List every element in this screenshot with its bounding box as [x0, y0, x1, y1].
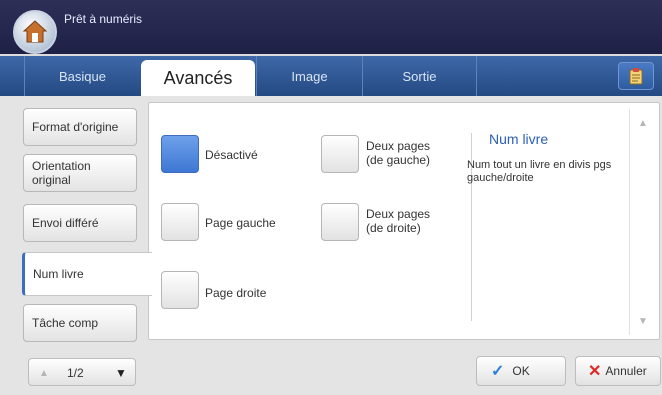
- option-desactive-label: Désactivé: [205, 148, 258, 162]
- option-page-gauche-label: Page gauche: [205, 216, 276, 230]
- ok-label: OK: [512, 364, 530, 378]
- tab-bar: Basique Avancés Image Sortie: [0, 56, 662, 96]
- scroll-up-arrow-icon[interactable]: ▲: [632, 111, 654, 135]
- page-indicator: 1/2: [67, 366, 84, 380]
- clipboard-icon: [629, 68, 643, 85]
- sidebar-item-tache-comp[interactable]: Tâche comp: [23, 304, 137, 342]
- options-panel: Désactivé Page gauche Page droite Deux p…: [148, 102, 660, 340]
- tab-avances[interactable]: Avancés: [141, 60, 255, 96]
- option-deux-pages-gauche-label: Deux pages (de gauche): [366, 139, 431, 167]
- home-icon: [22, 20, 48, 43]
- sidebar-item-envoi-differe[interactable]: Envoi différé: [23, 204, 137, 242]
- info-description: Num tout un livre en divis pgs gauche/dr…: [467, 159, 612, 184]
- option-desactive-checkbox[interactable]: [161, 135, 199, 173]
- tab-basique[interactable]: Basique: [24, 56, 140, 96]
- job-status-button[interactable]: [618, 62, 654, 90]
- option-deux-pages-droite-label: Deux pages (de droite): [366, 207, 431, 235]
- option-page-gauche-checkbox[interactable]: [161, 203, 199, 241]
- cancel-button[interactable]: ✕ Annuler: [575, 356, 661, 386]
- title-bar: Prêt à numéris: [0, 0, 662, 54]
- ok-button[interactable]: ✓ OK: [476, 356, 566, 386]
- page-down-arrow-icon[interactable]: ▼: [111, 365, 131, 381]
- cancel-label: Annuler: [605, 364, 647, 378]
- scroll-down-arrow-icon[interactable]: ▼: [632, 309, 654, 333]
- option-page-droite-checkbox[interactable]: [161, 271, 199, 309]
- footer-bar: ▲ 1/2 ▼ ✓ OK ✕ Annuler: [0, 346, 662, 395]
- sidebar-item-format-origine[interactable]: Format d'origine: [23, 108, 137, 146]
- check-icon: ✓: [491, 363, 505, 380]
- scrollbar[interactable]: ▲ ▼: [629, 109, 655, 335]
- info-title: Num livre: [489, 131, 549, 147]
- window-title: Prêt à numéris: [64, 12, 143, 26]
- sidebar-item-num-livre[interactable]: Num livre: [22, 252, 152, 296]
- tab-sortie[interactable]: Sortie: [362, 56, 476, 96]
- sidebar-item-orientation-original[interactable]: Orientation original: [23, 154, 137, 192]
- tab-image[interactable]: Image: [256, 56, 362, 96]
- option-deux-pages-droite-checkbox[interactable]: [321, 203, 359, 241]
- pager: ▲ 1/2 ▼: [28, 358, 136, 386]
- page-up-arrow-icon[interactable]: ▲: [35, 365, 53, 381]
- option-deux-pages-gauche-checkbox[interactable]: [321, 135, 359, 173]
- home-button[interactable]: [13, 10, 57, 54]
- close-icon: ✕: [588, 363, 602, 380]
- option-page-droite-label: Page droite: [205, 286, 267, 300]
- tab-empty: [476, 56, 612, 96]
